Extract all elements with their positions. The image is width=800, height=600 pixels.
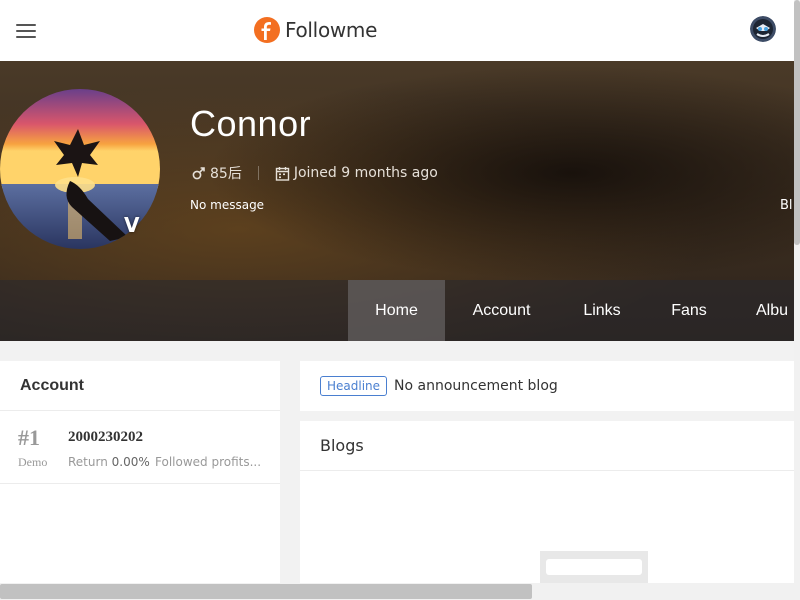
return-value: 0.00% <box>111 455 150 469</box>
meta-divider <box>257 166 259 180</box>
account-rank: #1 <box>18 425 40 450</box>
vertical-scrollbar[interactable] <box>794 0 800 600</box>
tab-albums[interactable]: Albu <box>748 280 794 341</box>
profile-nav: Home Account Links Fans Albu <box>0 280 794 341</box>
announcement-text: No announcement blog <box>394 378 558 394</box>
profile-name: Connor <box>190 103 312 144</box>
announcement-bar: Headline No announcement blog <box>300 361 794 411</box>
return-label: Return <box>68 455 108 469</box>
account-return: Return 0.00% <box>68 455 150 469</box>
tab-fans[interactable]: Fans <box>658 280 720 341</box>
account-card-title: Account <box>0 361 280 411</box>
tab-links[interactable]: Links <box>570 280 634 341</box>
account-card: Account #1 Demo 2000230202 Return 0.00% … <box>0 361 280 600</box>
logo-text: Followme <box>285 18 378 42</box>
tab-account[interactable]: Account <box>458 280 545 341</box>
headline-tag: Headline <box>320 376 388 396</box>
horizontal-scroll-thumb[interactable] <box>0 584 532 599</box>
blogs-title: Blogs <box>300 421 794 471</box>
profile-banner: V Connor 85后 Joined 9 months ago No mess… <box>0 61 794 341</box>
calendar-icon <box>275 166 290 181</box>
account-number: 2000230202 <box>68 429 143 445</box>
user-avatar[interactable] <box>750 16 776 42</box>
horizontal-scrollbar[interactable] <box>0 583 794 600</box>
verified-badge: V <box>124 213 140 237</box>
account-row[interactable]: #1 Demo 2000230202 Return 0.00% Followed… <box>0 411 280 484</box>
vertical-scroll-thumb[interactable] <box>794 0 800 245</box>
hamburger-menu-icon[interactable] <box>16 24 36 38</box>
tab-home[interactable]: Home <box>348 280 445 341</box>
blogs-card: Blogs <box>300 421 794 600</box>
truncated-text: Bl <box>780 198 793 213</box>
followme-logo[interactable]: Followme <box>254 15 377 45</box>
followme-logo-icon <box>254 17 280 43</box>
profile-signature: No message <box>190 198 265 212</box>
joined-text: Joined 9 months ago <box>293 165 438 181</box>
top-bar: Followme <box>0 0 794 62</box>
generation-text: 85后 <box>210 166 242 182</box>
profile-meta: 85后 Joined 9 months ago <box>192 163 438 183</box>
male-icon <box>192 167 205 180</box>
account-type: Demo <box>18 455 48 469</box>
followed-profits: Followed profits... <box>155 455 262 469</box>
